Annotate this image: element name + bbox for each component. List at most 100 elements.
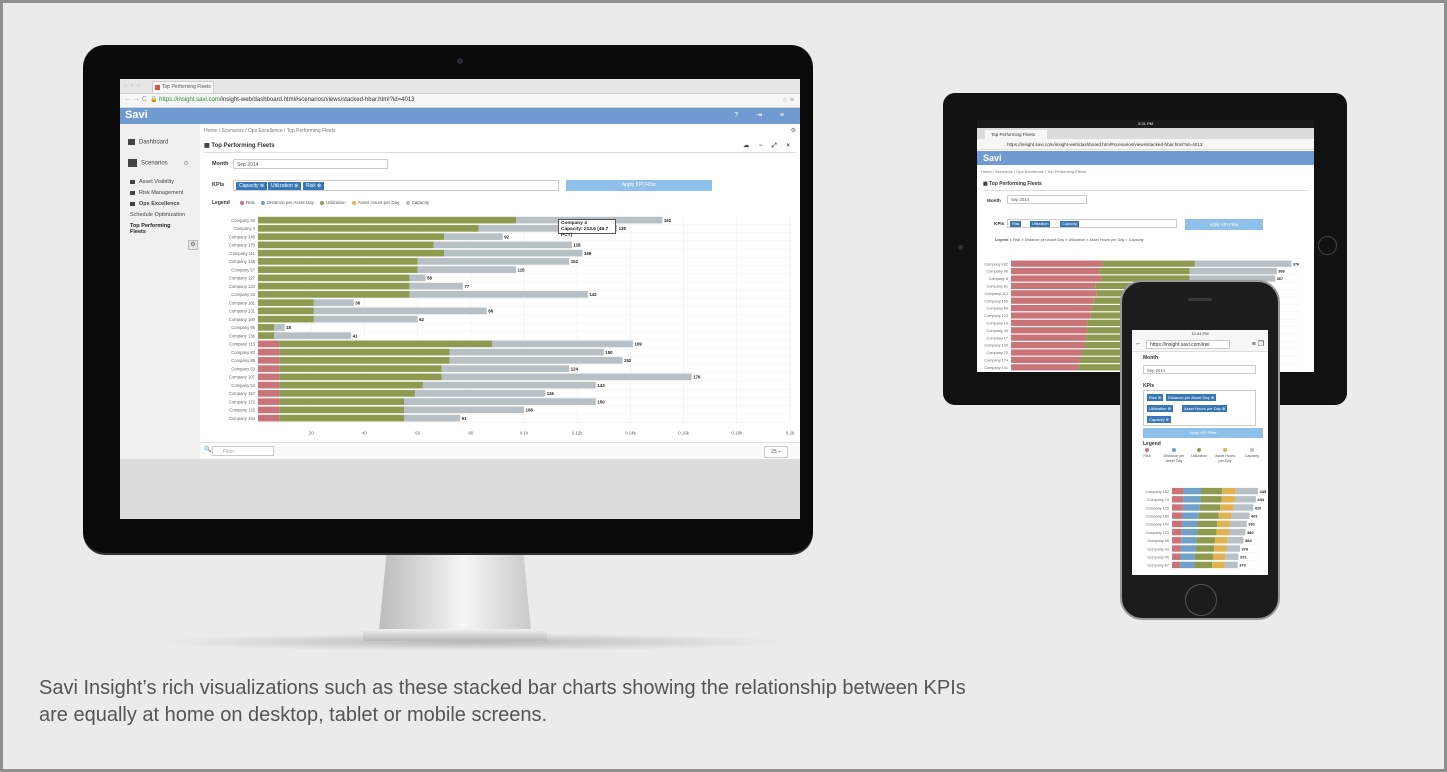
sidebar-item-asset-visibility[interactable]: Asset Visibility [130, 179, 174, 185]
kpi-chip[interactable]: Risk ⊗ [1147, 394, 1164, 401]
back-icon[interactable]: ← [1135, 340, 1142, 347]
legend-dot[interactable] [351, 200, 356, 205]
legend-item[interactable]: Distance per Asset Day [1162, 448, 1186, 463]
window-controls[interactable]: ○ ○ ○ [124, 83, 141, 89]
monitor-base [363, 629, 547, 641]
sidebar-item-ops-excellence[interactable]: Ops Excellence [130, 201, 180, 207]
month-field[interactable]: Sep 2014 [1007, 195, 1087, 204]
kpi-chip[interactable]: Utilization ⊗ [268, 182, 302, 190]
x-tick-label: 0.1k [520, 430, 529, 435]
breadcrumb[interactable]: Home / Scenarios / Ops Excellence / Top … [204, 128, 336, 134]
x-tick-label: 80 [468, 430, 473, 435]
kpi-chip[interactable]: Capacity ⊗ [236, 182, 268, 190]
legend-dot[interactable] [405, 200, 410, 205]
kpi-chip[interactable]: Capacity ⊗ [1147, 416, 1172, 423]
bar-segment [1226, 545, 1241, 552]
breadcrumb[interactable]: Home / Scenarios / Ops Excellence / Top … [981, 169, 1086, 174]
legend-item[interactable]: Utilization [1188, 448, 1210, 459]
bookmark-star-icon[interactable]: ☆ ≡ [782, 96, 794, 104]
bar-segment [1011, 290, 1097, 297]
category-label: Company 147 [1145, 523, 1169, 527]
category-label: Company 160 [229, 317, 256, 322]
browser-tab[interactable]: Top Performing Fleets [152, 81, 214, 93]
home-button[interactable] [1185, 584, 1217, 616]
category-label: Company 17 [986, 336, 1008, 340]
x-tick-label: 0.18k [731, 430, 743, 435]
apply-kpi-filter-button[interactable]: Apply KPI Filter [1143, 428, 1263, 438]
browser-tab-bar: ○ ○ ○ Top Performing Fleets [120, 79, 800, 94]
bar-segment [279, 357, 450, 364]
bar-segment [1011, 275, 1102, 282]
category-label: Company 54 [231, 383, 255, 388]
apply-kpi-filter-button[interactable]: Apply KPI Filter [1185, 219, 1263, 230]
app-header: Savi ? ⇥ ≡ [120, 108, 800, 124]
legend-item[interactable]: Risk [1140, 448, 1154, 459]
legend-item[interactable]: Asset Hours per Day [1214, 448, 1236, 463]
sidebar-item-risk-management[interactable]: Risk Management [130, 190, 183, 196]
header-icons[interactable]: ? ⇥ ≡ [734, 111, 792, 119]
kpi-chip[interactable]: Utilization [1030, 221, 1051, 227]
phone-screen: 12:44 PM ← https://insight.savi.com/insi… [1132, 330, 1268, 575]
category-label: Company 34 [986, 329, 1008, 333]
gear-icon[interactable]: ⚙ [791, 127, 796, 134]
bar-segment [1172, 537, 1182, 544]
kpi-chip[interactable]: Utilization ⊗ [1147, 405, 1173, 412]
bar-segment [1220, 504, 1234, 511]
bar-segment [1011, 364, 1079, 371]
kpi-selector[interactable]: Risk Utilization Capacity [1007, 219, 1177, 228]
bar-chart-icon [128, 159, 137, 167]
url-field[interactable]: https://insight.savi.com/insight-web/das… [977, 139, 1314, 150]
kpi-chip[interactable]: Risk ⊗ [303, 182, 325, 190]
browser-tab[interactable]: Top Performing Fleets [985, 130, 1047, 139]
bar-segment [1233, 504, 1254, 511]
data-label: 36 [355, 300, 360, 305]
legend-dot[interactable] [261, 200, 266, 205]
home-button[interactable] [1318, 236, 1337, 255]
bar-segment [1181, 528, 1198, 536]
filter-input[interactable]: Filter [212, 446, 274, 456]
kpi-selector[interactable]: Capacity ⊗ Utilization ⊗ Risk ⊗ [233, 180, 559, 191]
kpi-chip[interactable]: Asset Hours per Day ⊗ [1182, 405, 1228, 412]
legend-item[interactable]: Capacity [1240, 448, 1264, 459]
settings-gear-button[interactable]: ⚙ [188, 240, 198, 250]
url-field[interactable]: 🔒 https://insight.savi.com/insight-web/d… [150, 96, 770, 105]
bar-segment [258, 241, 434, 249]
url-field[interactable]: https://insight.savi.com/insi [1146, 340, 1230, 349]
savi-logo[interactable]: Savi [125, 109, 148, 121]
bar-segment [258, 348, 280, 356]
data-label: 376 [1293, 262, 1299, 266]
legend-dot[interactable] [320, 200, 325, 205]
bar-segment [409, 274, 426, 282]
savi-logo[interactable]: Savi [983, 153, 1002, 163]
category-label: Company 153 [229, 416, 256, 421]
page-size-select[interactable]: 25 ÷ [764, 446, 788, 458]
category-label: Company 74 [1147, 498, 1169, 502]
kpi-chip[interactable]: Distance per Asset Day ⊗ [1166, 394, 1217, 401]
category-label: Company 86 [1147, 539, 1169, 543]
bar-segment [1183, 487, 1201, 495]
data-label: 368 [1278, 270, 1284, 274]
sidebar-item-scenarios[interactable]: Scenarios ⚙ [128, 159, 189, 167]
kpi-selector[interactable]: Risk ⊗ Distance per Asset Day ⊗ Utilizat… [1143, 390, 1256, 426]
bar-segment [449, 348, 604, 356]
kpi-chip[interactable]: Capacity [1060, 221, 1079, 227]
bar-segment [492, 340, 634, 348]
category-label: Company 45 [1147, 556, 1169, 560]
bar-segment [313, 315, 418, 323]
desktop-screen: ○ ○ ○ Top Performing Fleets ← → C 🔒 http… [120, 79, 800, 519]
sidebar-item-schedule-optimization[interactable]: Schedule Optimization [130, 212, 185, 218]
bar-segment [1199, 504, 1221, 511]
kpi-chip[interactable]: Risk [1010, 221, 1022, 227]
panel-tools[interactable]: ☁ − ⤢ × [743, 142, 794, 150]
apply-kpi-filter-button[interactable]: Apply KPI Filter [566, 180, 712, 191]
menu-icon[interactable]: ≡ ❐ [1252, 340, 1264, 348]
category-label: Company 150 [984, 299, 1008, 303]
month-field[interactable]: Sep 2014 [233, 159, 388, 169]
bar-segment [1011, 305, 1092, 312]
sidebar-item-top-performing-fleets[interactable]: Top Performing Fleets [130, 223, 178, 235]
sidebar-item-dashboard[interactable]: Dashboard [128, 139, 168, 146]
month-field[interactable]: Sep 2014 [1143, 365, 1256, 374]
back-forward-reload-icons[interactable]: ← → C [124, 96, 147, 103]
legend-dot[interactable] [240, 200, 245, 205]
panel-title: ▦ Top Performing Fleets [983, 181, 1308, 191]
